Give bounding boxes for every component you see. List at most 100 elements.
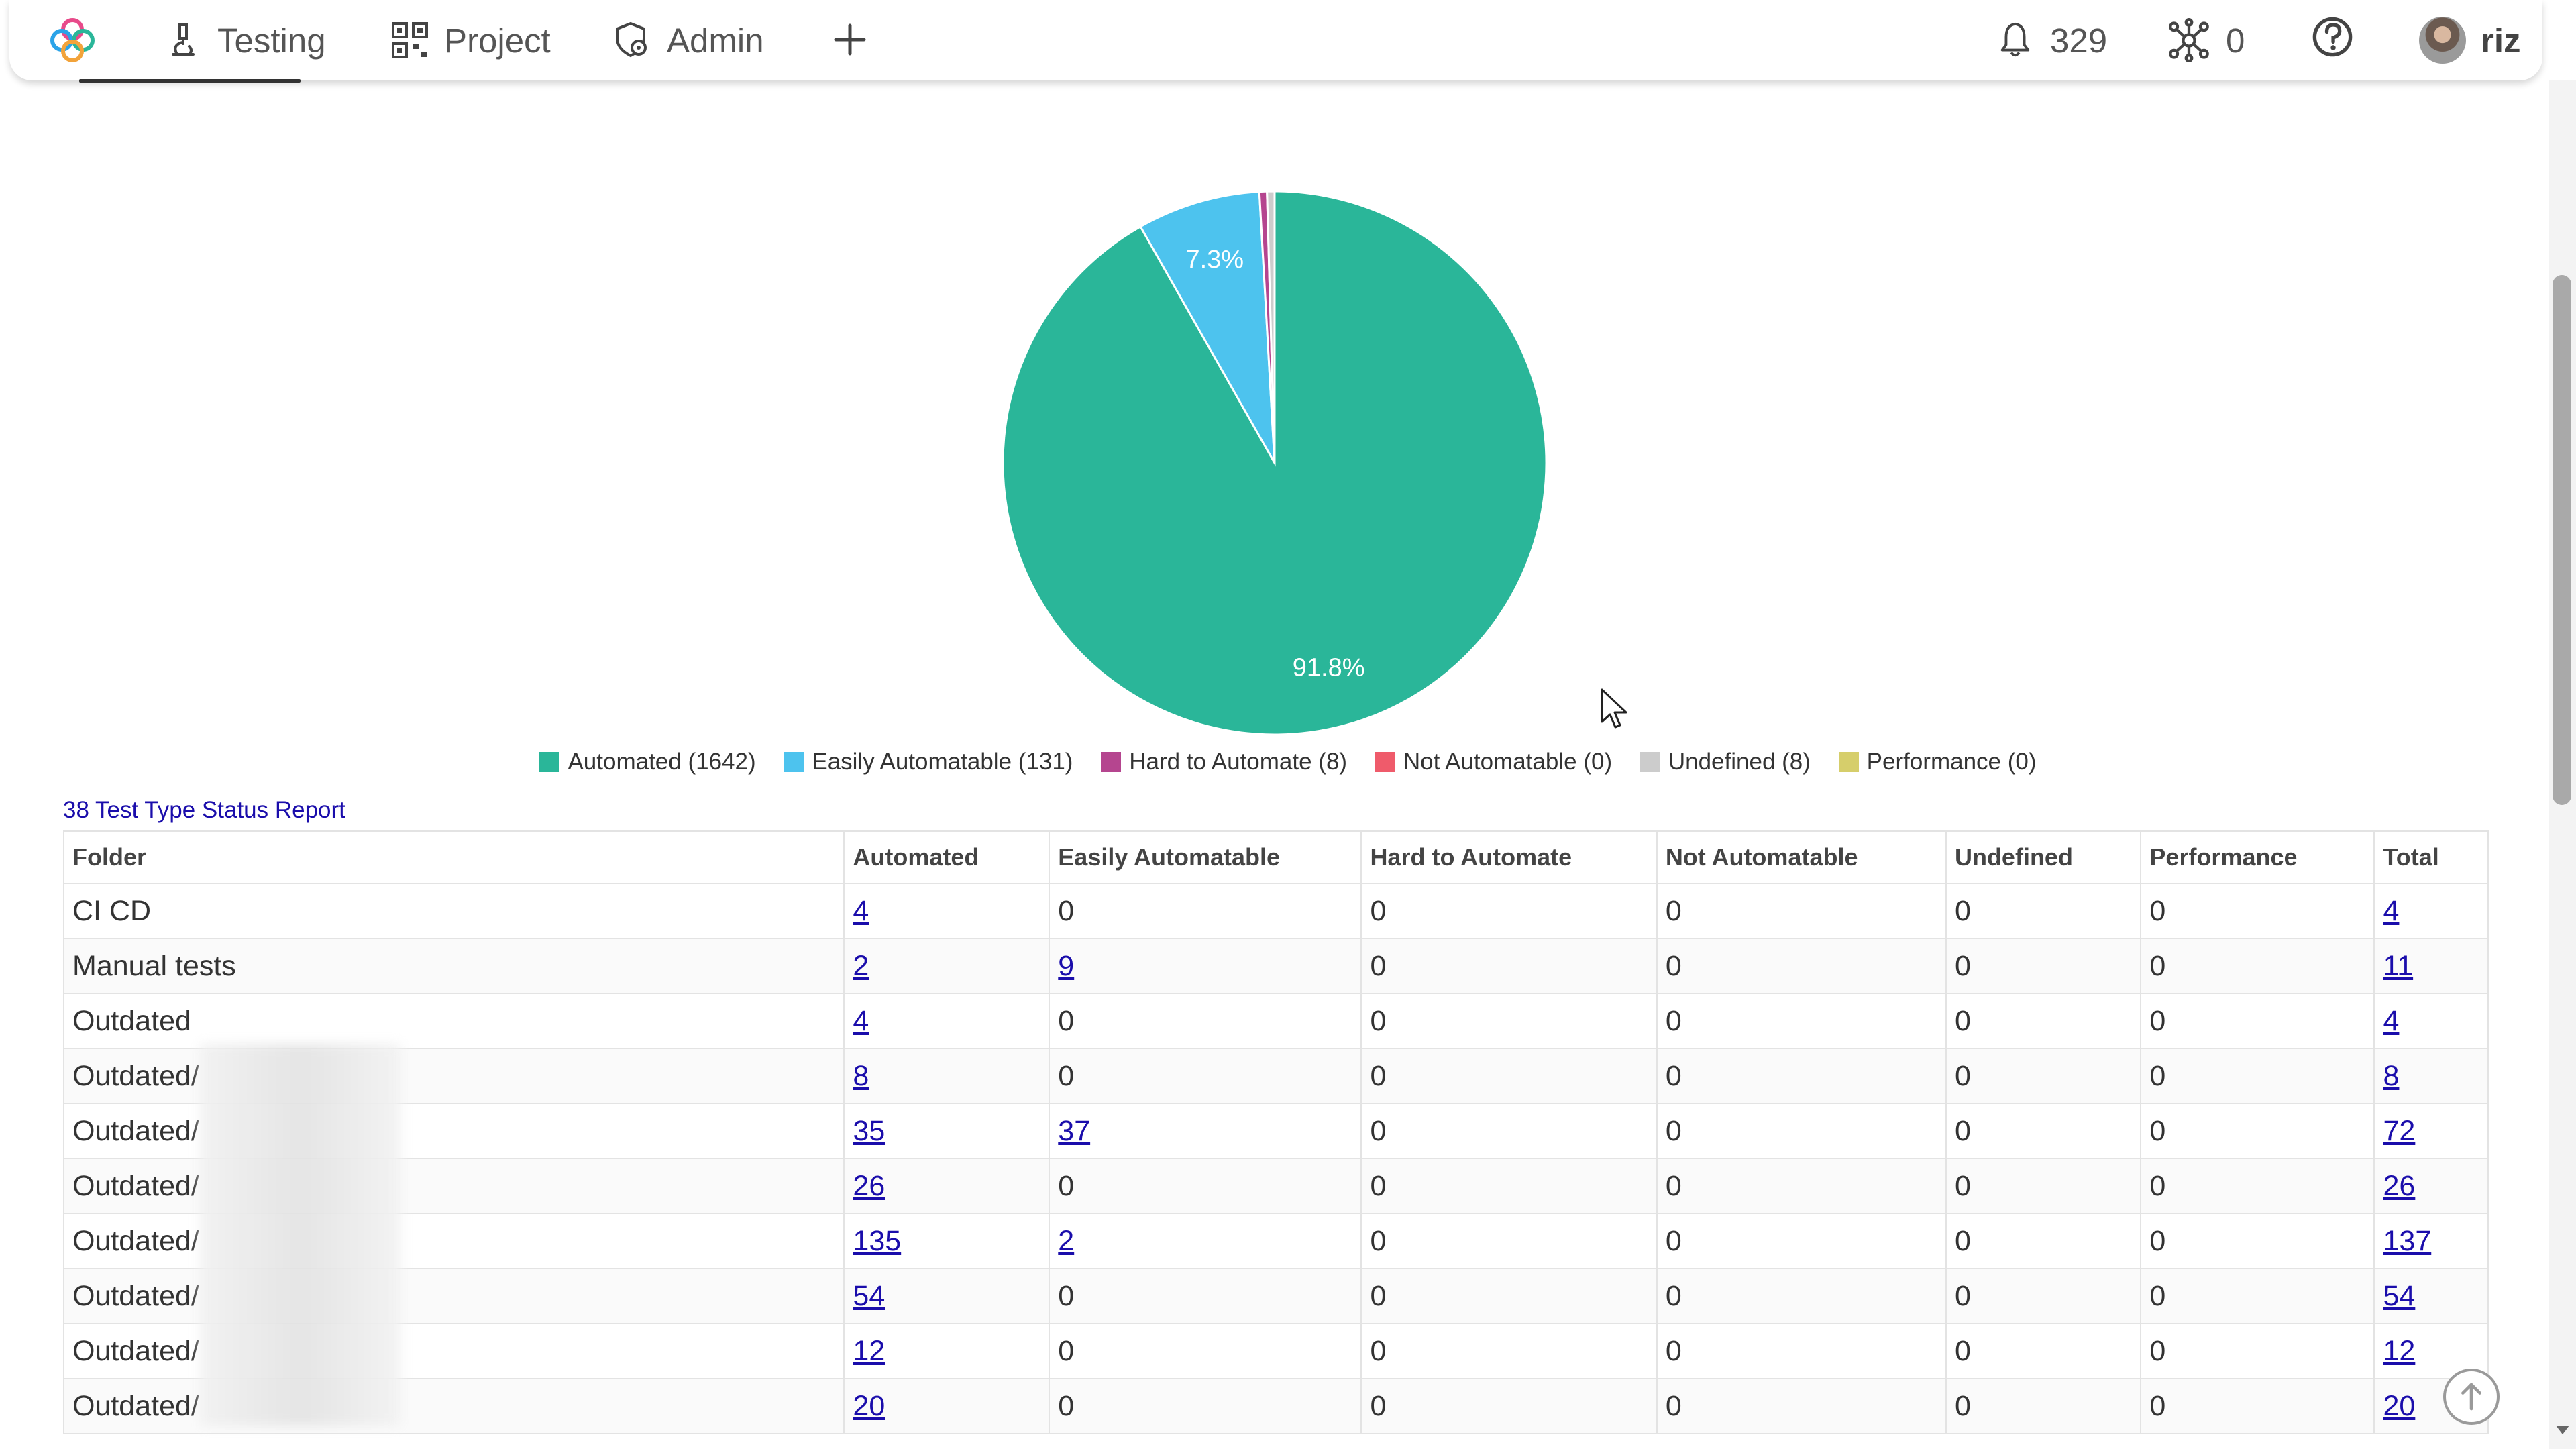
scroll-down-arrow-icon[interactable] [2553, 1419, 2573, 1440]
folder-cell: Manual tests [62, 938, 845, 994]
count-link[interactable]: 54 [853, 1280, 885, 1312]
count-cell: 0 [2140, 883, 2375, 939]
count-cell: 0 [1945, 938, 2142, 994]
count-cell: 0 [2140, 1268, 2375, 1324]
count-link[interactable]: 137 [2383, 1225, 2431, 1257]
legend-swatch [539, 752, 560, 772]
count-link[interactable]: 2 [853, 950, 869, 982]
count-cell: 54 [843, 1268, 1051, 1324]
count-cell: 0 [1656, 1268, 1947, 1324]
table-header-row: Folder Automated Easily Automatable Hard to… [62, 830, 2489, 884]
count-cell: 2 [1049, 1213, 1362, 1269]
count-link[interactable]: 12 [853, 1335, 885, 1367]
count-cell: 72 [2373, 1103, 2489, 1159]
integrations-count: 0 [2226, 21, 2245, 60]
legend-item-not-automatable[interactable]: Not Automatable (0) [1375, 749, 1612, 775]
question-icon[interactable] [2310, 15, 2355, 59]
count-link[interactable]: 12 [2383, 1335, 2415, 1367]
count-cell: 0 [2140, 1213, 2375, 1269]
count-cell: 0 [1945, 1323, 2142, 1379]
app-logo-icon[interactable] [46, 13, 99, 67]
legend-swatch [1375, 752, 1395, 772]
column-header[interactable]: Undefined [1945, 830, 2142, 884]
column-header[interactable]: Automated [843, 830, 1051, 884]
count-cell: 0 [1360, 1378, 1658, 1434]
count-link[interactable]: 4 [853, 895, 869, 927]
table-row: Outdated/12 0 0 0 0 0 12 [62, 1323, 2489, 1379]
count-cell: 2 [843, 938, 1051, 994]
count-link[interactable]: 26 [853, 1170, 885, 1202]
scrollbar-thumb[interactable] [2553, 275, 2571, 805]
count-link[interactable]: 20 [853, 1390, 885, 1422]
count-cell: 0 [1360, 1103, 1658, 1159]
count-cell: 0 [1656, 993, 1947, 1049]
count-link[interactable]: 4 [2383, 1005, 2399, 1037]
table-row: Outdated/35 37 0 0 0 0 72 [62, 1103, 2489, 1159]
folder-cell: Outdated/ [62, 1048, 845, 1104]
count-link[interactable]: 8 [2383, 1060, 2399, 1092]
count-link[interactable]: 26 [2383, 1170, 2415, 1202]
back-to-top-button[interactable] [2443, 1368, 2500, 1425]
count-cell: 4 [843, 883, 1051, 939]
count-cell: 0 [1360, 1323, 1658, 1379]
count-link[interactable]: 2 [1058, 1225, 1074, 1257]
mouse-cursor-icon [1601, 688, 1627, 729]
count-cell: 0 [1656, 1048, 1947, 1104]
count-link[interactable]: 37 [1058, 1115, 1090, 1147]
count-cell: 0 [1945, 1103, 2142, 1159]
column-header[interactable]: Folder [62, 830, 845, 884]
count-cell: 0 [1945, 993, 2142, 1049]
legend-item-undefined[interactable]: Undefined (8) [1640, 749, 1811, 775]
legend-label: Hard to Automate (8) [1129, 749, 1348, 775]
plus-icon[interactable] [826, 16, 873, 63]
count-link[interactable]: 135 [853, 1225, 901, 1257]
count-link[interactable]: 4 [853, 1005, 869, 1037]
table-row: Outdated/54 0 0 0 0 0 54 [62, 1268, 2489, 1324]
column-header[interactable]: Hard to Automate [1360, 830, 1658, 884]
report-title-link[interactable]: 38 Test Type Status Report [63, 797, 345, 824]
nav-testing[interactable]: Testing [162, 15, 326, 66]
column-header[interactable]: Performance [2140, 830, 2375, 884]
folder-cell: Outdated/ [62, 1103, 845, 1159]
count-cell: 0 [1360, 938, 1658, 994]
shield-gear-icon [616, 21, 647, 58]
nav-admin[interactable]: Admin [612, 15, 764, 66]
column-header[interactable]: Not Automatable [1656, 830, 1947, 884]
count-link[interactable]: 20 [2383, 1390, 2415, 1422]
legend-swatch [1838, 752, 1859, 772]
nav-project[interactable]: Project [389, 15, 551, 66]
count-cell: 0 [2140, 938, 2375, 994]
count-cell: 26 [843, 1158, 1051, 1214]
count-link[interactable]: 35 [853, 1115, 885, 1147]
legend-swatch [1101, 752, 1122, 772]
pie-data-label: 7.3% [1185, 246, 1244, 274]
count-link[interactable]: 11 [2383, 950, 2413, 982]
count-link[interactable]: 72 [2383, 1115, 2415, 1147]
count-cell: 0 [1360, 993, 1658, 1049]
count-cell: 11 [2373, 938, 2489, 994]
count-cell: 26 [2373, 1158, 2489, 1214]
count-cell: 0 [1656, 1323, 1947, 1379]
count-cell: 54 [2373, 1268, 2489, 1324]
legend-item-automated[interactable]: Automated (1642) [539, 749, 756, 775]
chart-legend: Automated (1642) Easily Automatable (131… [0, 749, 2576, 778]
legend-item-hard-to-automate[interactable]: Hard to Automate (8) [1101, 749, 1347, 775]
automation-pie-chart: 91.8% 7.3% [1002, 190, 1548, 736]
column-header[interactable]: Total [2373, 830, 2489, 884]
count-cell: 8 [2373, 1048, 2489, 1104]
legend-item-easily-automatable[interactable]: Easily Automatable (131) [784, 749, 1073, 775]
folder-cell: Outdated/ [62, 1378, 845, 1434]
notifications-button[interactable]: 329 [1995, 15, 2107, 66]
count-link[interactable]: 4 [2383, 895, 2399, 927]
folder-cell: Outdated/ [62, 1268, 845, 1324]
integrations-button[interactable]: 0 [2167, 15, 2245, 66]
count-link[interactable]: 9 [1058, 950, 1074, 982]
count-cell: 0 [1945, 1268, 2142, 1324]
count-cell: 0 [1656, 938, 1947, 994]
count-link[interactable]: 54 [2383, 1280, 2415, 1312]
count-cell: 0 [1945, 1378, 2142, 1434]
count-link[interactable]: 8 [853, 1060, 869, 1092]
column-header[interactable]: Easily Automatable [1049, 830, 1362, 884]
legend-item-performance[interactable]: Performance (0) [1838, 749, 2037, 775]
user-menu[interactable]: riz [2419, 15, 2521, 66]
